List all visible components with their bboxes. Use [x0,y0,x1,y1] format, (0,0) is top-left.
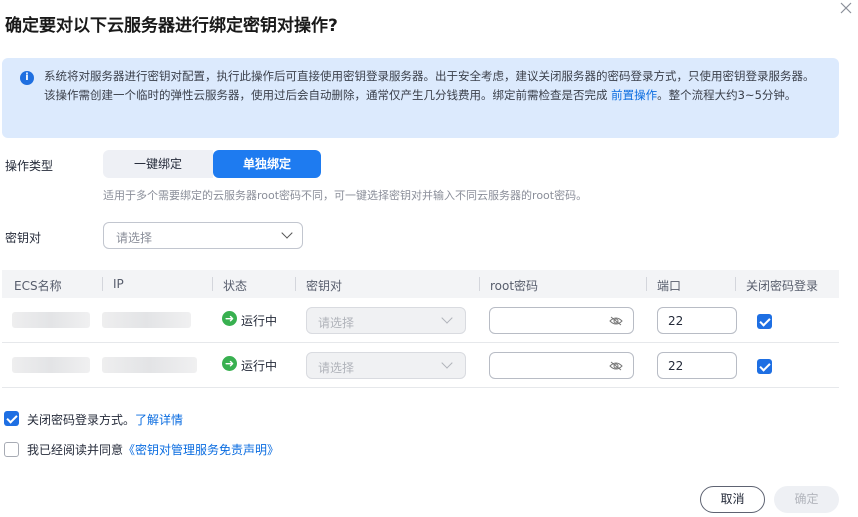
agree-disclaimer-checkbox[interactable] [4,442,19,457]
keypair-select[interactable]: 请选择 [103,222,303,249]
operation-type-hint: 适用于多个需要绑定的云服务器root密码不同，可一键选择密钥对并输入不同云服务器… [103,189,588,202]
header-keypair: 密钥对 [306,279,343,293]
operation-type-toggle: 一键绑定 单独绑定 [103,150,321,178]
header-port: 端口 [657,279,682,293]
status-text: 运行中 [241,314,278,328]
agree-disclaimer-option: 我已经阅读并同意《密钥对管理服务免责声明》 [27,443,280,457]
one-click-bind-option[interactable]: 一键绑定 [103,150,213,178]
cancel-button[interactable]: 取消 [700,486,765,513]
prerequisite-link[interactable]: 前置操作 [611,88,657,102]
info-icon: i [20,71,34,85]
row-keypair-select: 请选择 [306,352,466,379]
chevron-down-icon [441,357,453,369]
chevron-down-icon [281,227,293,239]
header-close-password-login: 关闭密码登录 [746,279,819,293]
root-password-input[interactable] [489,352,634,379]
ecs-name-redacted [12,357,90,373]
info-text: 系统将对服务器进行密钥对配置，执行此操作后可直接使用密钥登录服务器。出于安全考虑… [44,69,815,102]
close-password-login-checkbox[interactable] [757,359,772,374]
row-keypair-select: 请选择 [306,307,466,334]
ecs-name-redacted [12,312,90,328]
close-icon[interactable] [840,2,852,14]
close-password-option: 关闭密码登录方式。了解详情 [27,413,184,427]
confirm-button[interactable]: 确定 [774,486,839,513]
chevron-down-icon [441,312,453,324]
eye-off-icon[interactable] [609,361,623,371]
eye-off-icon[interactable] [609,316,623,326]
status-text: 运行中 [241,359,278,373]
learn-more-link[interactable]: 了解详情 [135,413,183,427]
root-password-input[interactable] [489,307,634,334]
port-input[interactable]: 22 [657,307,737,334]
close-password-login-checkbox[interactable] [757,314,772,329]
keypair-label: 密钥对 [5,231,42,245]
header-status: 状态 [223,279,248,293]
running-icon: ➜ [222,356,237,371]
port-input[interactable]: 22 [657,352,737,379]
ip-redacted [102,357,197,373]
table-row: ➜ 运行中 请选择 22 [2,298,839,343]
close-password-login-all-checkbox[interactable] [4,411,19,426]
ip-redacted [102,312,191,328]
operation-type-label: 操作类型 [5,159,54,173]
header-ip: IP [113,277,124,291]
running-icon: ➜ [222,311,237,326]
info-banner: i 系统将对服务器进行密钥对配置，执行此操作后可直接使用密钥登录服务器。出于安全… [2,58,839,138]
disclaimer-link[interactable]: 《密钥对管理服务免责声明》 [123,443,279,457]
header-ecs-name: ECS名称 [14,279,62,293]
table-row: ➜ 运行中 请选择 22 [2,343,839,388]
dialog-title: 确定要对以下云服务器进行绑定密钥对操作? [5,16,338,36]
individual-bind-option[interactable]: 单独绑定 [213,150,321,178]
header-root-password: root密码 [490,279,539,293]
table-header: ECS名称 IP 状态 密钥对 root密码 端口 关闭密码登录 [2,270,839,298]
